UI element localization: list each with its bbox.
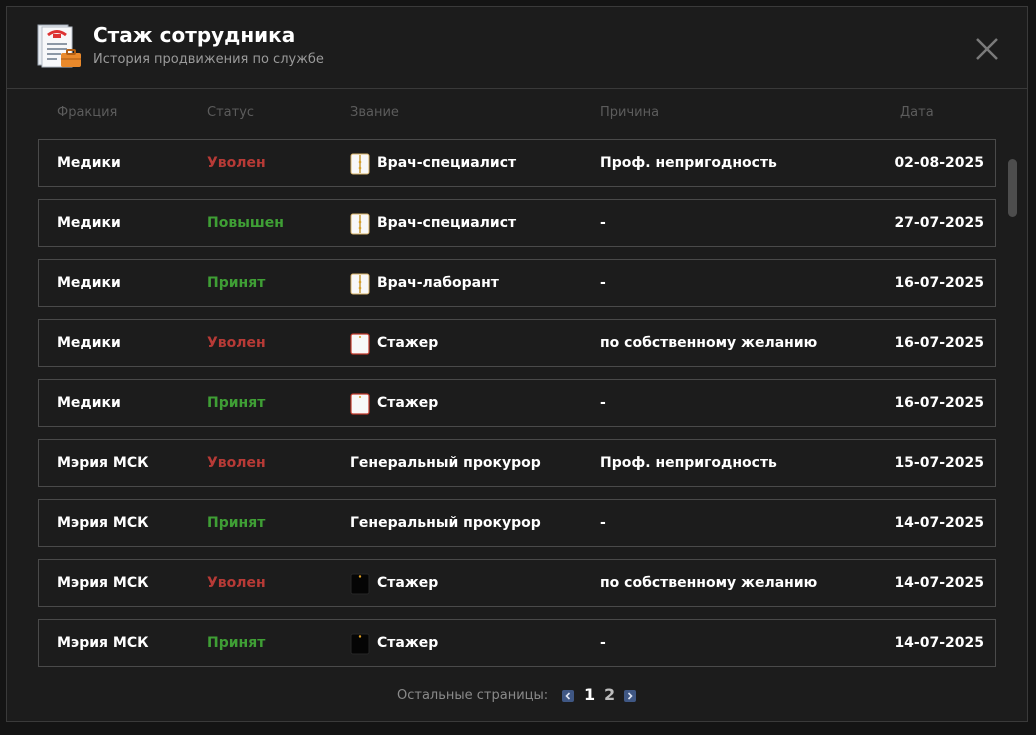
pagination-label: Остальные страницы:: [397, 688, 549, 703]
faction-cell: Мэрия МСК: [57, 635, 149, 651]
status-cell: Принят: [207, 395, 266, 411]
column-header-date: Дата: [900, 105, 934, 120]
status-cell: Уволен: [207, 575, 266, 591]
black-uniform-icon: [350, 573, 370, 595]
intern-coat-icon: [350, 393, 370, 415]
status-cell: Принят: [207, 275, 266, 291]
medic-coat-icon: [350, 273, 370, 295]
medic-coat-icon: [350, 153, 370, 175]
intern-coat-icon: [350, 333, 370, 355]
rank-label: Стажер: [377, 575, 439, 591]
table-row[interactable]: Медики Уволен Врач-специалист Проф. неприго…: [38, 139, 996, 187]
column-header-rank: Звание: [350, 105, 399, 120]
reason-cell: Проф. непригодность: [600, 155, 777, 171]
faction-cell: Мэрия МСК: [57, 515, 149, 531]
faction-cell: Медики: [57, 155, 121, 171]
rank-label: Стажер: [377, 335, 439, 351]
reason-cell: -: [600, 275, 606, 291]
rank-label: Стажер: [377, 395, 439, 411]
window-header: Стаж сотрудника История продвижения по с…: [7, 7, 1027, 89]
rank-label: Врач-специалист: [377, 155, 517, 171]
date-cell: 14-07-2025: [894, 515, 984, 531]
medic-coat-icon: [350, 213, 370, 235]
faction-cell: Медики: [57, 275, 121, 291]
column-header-faction: Фракция: [57, 105, 118, 120]
window-title: Стаж сотрудника: [93, 23, 296, 47]
column-header-reason: Причина: [600, 105, 660, 120]
table-row[interactable]: Мэрия МСК Принят Генеральный прокурор - 14-0…: [38, 499, 996, 547]
reason-cell: по собственному желанию: [600, 335, 818, 351]
prev-page-icon[interactable]: [562, 690, 574, 702]
table-row[interactable]: Мэрия МСК Уволен Стажер по собственному жел…: [38, 559, 996, 607]
date-cell: 15-07-2025: [894, 455, 984, 471]
table-row[interactable]: Медики Уволен Стажер по собственному желани…: [38, 319, 996, 367]
status-cell: Повышен: [207, 215, 284, 231]
reason-cell: -: [600, 395, 606, 411]
rank-label: Генеральный прокурор: [350, 515, 541, 531]
status-cell: Уволен: [207, 335, 266, 351]
status-cell: Уволен: [207, 455, 266, 471]
rank-label: Врач-специалист: [377, 215, 517, 231]
rank-label: Генеральный прокурор: [350, 455, 541, 471]
table-row[interactable]: Медики Повышен Врач-специалист - 27-07-2025: [38, 199, 996, 247]
history-table[interactable]: Медики Уволен Врач-специалист Проф. неприго…: [38, 139, 996, 667]
date-cell: 16-07-2025: [894, 395, 984, 411]
faction-cell: Медики: [57, 335, 121, 351]
scrollbar-track[interactable]: [1005, 157, 1015, 667]
reason-cell: по собственному желанию: [600, 575, 818, 591]
date-cell: 14-07-2025: [894, 635, 984, 651]
faction-cell: Медики: [57, 395, 121, 411]
faction-cell: Мэрия МСК: [57, 455, 149, 471]
table-row[interactable]: Медики Принят Врач-лаборант - 16-07-2025: [38, 259, 996, 307]
page-2-button[interactable]: 2: [604, 685, 615, 704]
rank-label: Стажер: [377, 635, 439, 651]
document-briefcase-icon: [37, 24, 81, 68]
status-cell: Принят: [207, 515, 266, 531]
faction-cell: Медики: [57, 215, 121, 231]
column-header-status: Статус: [207, 105, 255, 120]
rank-label: Врач-лаборант: [377, 275, 499, 291]
date-cell: 02-08-2025: [894, 155, 984, 171]
table-row[interactable]: Медики Принят Стажер - 16-07-2025: [38, 379, 996, 427]
next-page-icon[interactable]: [624, 690, 636, 702]
black-uniform-icon: [350, 633, 370, 655]
table-row[interactable]: Мэрия МСК Принят Стажер - 14-07-2025: [38, 619, 996, 667]
window-subtitle: История продвижения по службе: [93, 52, 324, 67]
reason-cell: Проф. непригодность: [600, 455, 777, 471]
status-cell: Принят: [207, 635, 266, 651]
close-icon[interactable]: [973, 35, 1001, 63]
date-cell: 14-07-2025: [894, 575, 984, 591]
status-cell: Уволен: [207, 155, 266, 171]
table-row[interactable]: Мэрия МСК Уволен Генеральный прокурор Проф.…: [38, 439, 996, 487]
reason-cell: -: [600, 515, 606, 531]
page-1-button[interactable]: 1: [584, 685, 595, 704]
reason-cell: -: [600, 635, 606, 651]
seniority-window: Стаж сотрудника История продвижения по с…: [6, 6, 1028, 722]
scrollbar-thumb[interactable]: [1008, 159, 1017, 217]
faction-cell: Мэрия МСК: [57, 575, 149, 591]
reason-cell: -: [600, 215, 606, 231]
date-cell: 16-07-2025: [894, 335, 984, 351]
date-cell: 27-07-2025: [894, 215, 984, 231]
date-cell: 16-07-2025: [894, 275, 984, 291]
